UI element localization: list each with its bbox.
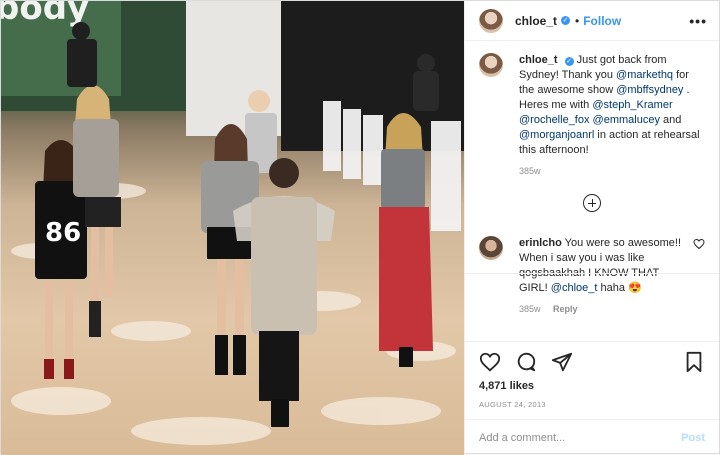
caption-text: Just got back from Sydney! Thank you @ma… (519, 54, 700, 156)
verified-badge-icon: ✓ (564, 57, 574, 66)
comment-text-end: haha 😍 (597, 282, 642, 294)
post-photo[interactable]: body 86 (1, 1, 464, 455)
caption-mention[interactable]: @rochelle_fox (519, 114, 589, 126)
post-date[interactable]: AUGUST 24, 2013 (479, 400, 705, 409)
caption: chloe_t ✓ Just got back from Sydney! Tha… (479, 53, 705, 179)
post-actions: 4,871 likes AUGUST 24, 2013 (465, 341, 719, 419)
comment-avatar[interactable] (479, 236, 503, 260)
caption-avatar[interactable] (479, 53, 503, 77)
post-header: chloe_t ✓ • Follow ••• (465, 1, 719, 41)
comment-age[interactable]: 385w (519, 304, 541, 314)
comment-like-heart-icon[interactable] (693, 238, 705, 250)
like-heart-icon[interactable] (479, 351, 501, 373)
caption-age[interactable]: 385w (519, 166, 541, 176)
caption-mention[interactable]: @mbffsydney (616, 84, 683, 96)
header-separator: • (575, 13, 580, 28)
likes-count[interactable]: 4,871 likes (479, 380, 705, 392)
comment: erinlcho You were so awesome!! When i sa… (479, 236, 705, 317)
divider (465, 273, 719, 274)
caption-body: chloe_t ✓ Just got back from Sydney! Tha… (519, 53, 705, 179)
avatar[interactable] (479, 8, 503, 33)
comment-body: erinlcho You were so awesome!! When i sa… (519, 236, 687, 317)
reply-button[interactable]: Reply (553, 304, 578, 314)
more-options-icon[interactable]: ••• (689, 13, 707, 29)
caption-mention[interactable]: @emmalucey (593, 114, 660, 126)
verified-badge-icon: ✓ (561, 16, 571, 25)
comments-section[interactable]: chloe_t ✓ Just got back from Sydney! Tha… (465, 41, 719, 341)
caption-mention[interactable]: @markethq (616, 69, 673, 81)
follow-button[interactable]: Follow (583, 14, 621, 28)
runway-photo-illustration: body 86 (1, 1, 464, 445)
share-paper-plane-icon[interactable] (551, 351, 573, 373)
comment-mention[interactable]: @chloe_t (551, 282, 598, 294)
post-comment-button[interactable]: Post (681, 432, 705, 444)
comment-bubble-icon[interactable] (515, 351, 537, 373)
load-more-comments-icon[interactable] (583, 194, 601, 212)
add-comment-input[interactable] (479, 431, 682, 444)
instagram-post: body 86 chloe_t ✓ • Follow ••• chloe_t ✓… (0, 0, 720, 455)
add-comment-bar: Post (465, 419, 719, 455)
bookmark-icon[interactable] (683, 351, 705, 373)
post-side-panel: chloe_t ✓ • Follow ••• chloe_t ✓ Just go… (464, 1, 719, 455)
comment-username[interactable]: erinlcho (519, 237, 562, 249)
caption-username[interactable]: chloe_t (519, 54, 558, 66)
caption-text-part: and (659, 114, 682, 126)
svg-text:86: 86 (45, 218, 81, 248)
header-username[interactable]: chloe_t (515, 14, 557, 28)
caption-mention[interactable]: @morganjoanrl (519, 129, 594, 141)
caption-mention[interactable]: @steph_Kramer (592, 99, 672, 111)
